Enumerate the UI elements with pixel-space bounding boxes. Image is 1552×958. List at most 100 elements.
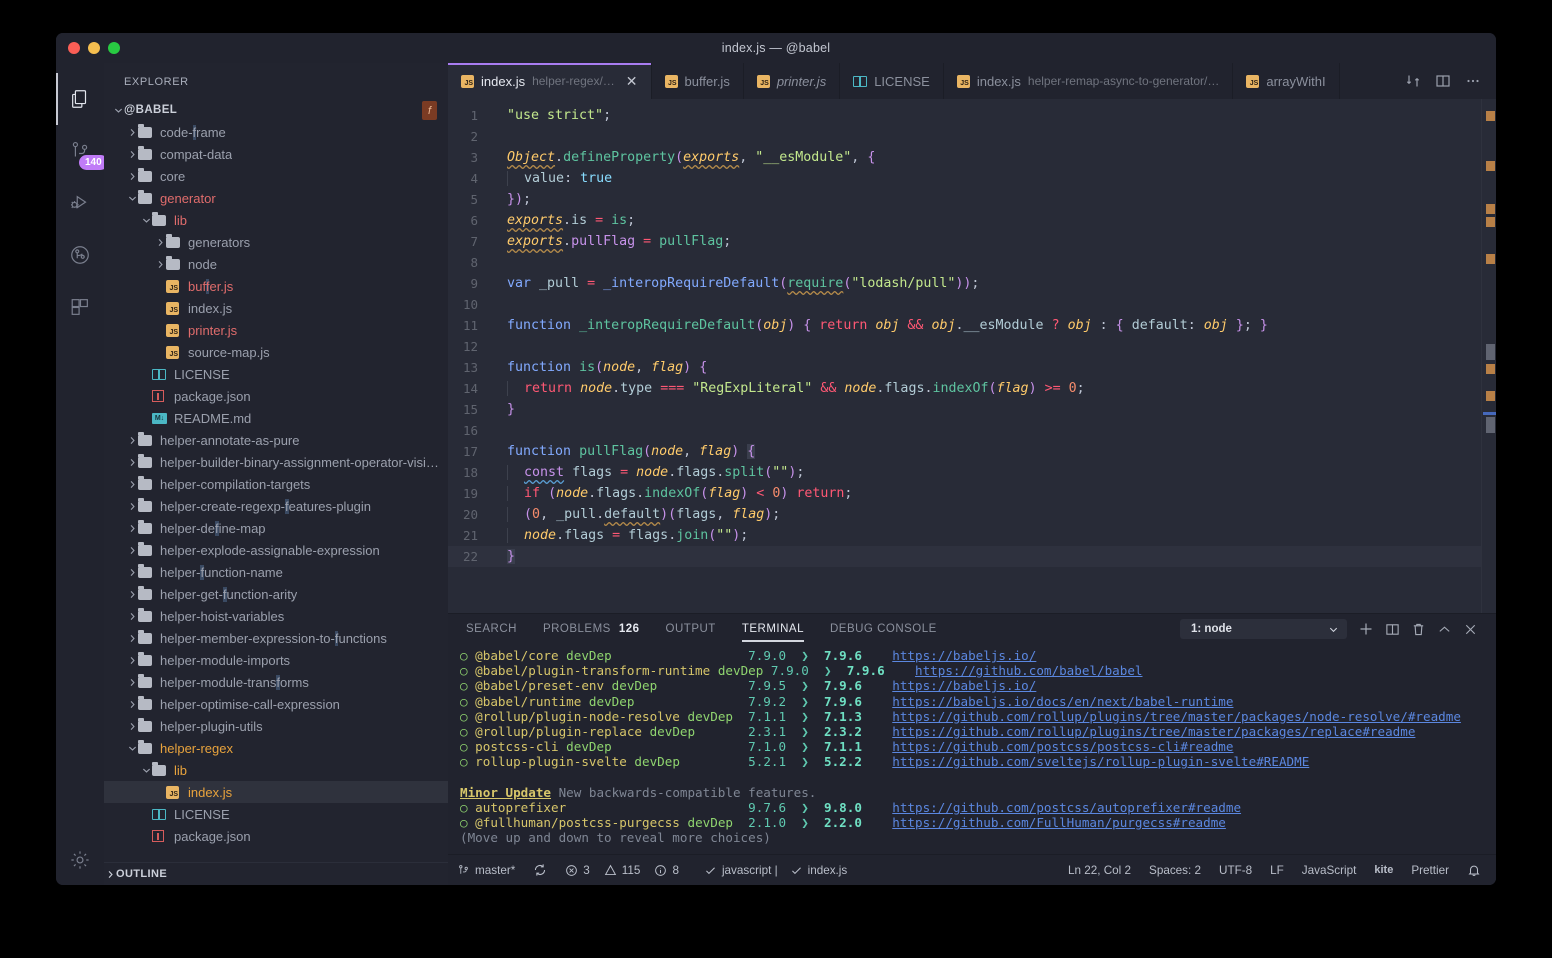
status-branch[interactable]: master* bbox=[448, 855, 524, 885]
tree-item-source-map-js[interactable]: JS source-map.js bbox=[104, 341, 448, 363]
maximize-panel-icon[interactable] bbox=[1437, 622, 1452, 637]
tree-item-helper-builder-binary-assignment-operator-visi-[interactable]: helper-builder-binary-assignment-operato… bbox=[104, 451, 448, 473]
tree-item-helper-compilation-targets[interactable]: helper-compilation-targets bbox=[104, 473, 448, 495]
code-line[interactable]: 14 return node.type === "RegExpLiteral" … bbox=[448, 378, 1496, 399]
code-line[interactable]: 9 var _pull = _interopRequireDefault(requ… bbox=[448, 273, 1496, 294]
activity-item-explorer[interactable] bbox=[56, 73, 104, 125]
split-editor-icon[interactable] bbox=[1435, 73, 1451, 89]
tab-4[interactable]: JS index.js helper-remap-async-to-generato… bbox=[944, 63, 1234, 99]
tree-item-lib[interactable]: lib bbox=[104, 209, 448, 231]
kill-terminal-icon[interactable] bbox=[1411, 622, 1426, 637]
code-line[interactable]: 13 function is(node, flag) { bbox=[448, 357, 1496, 378]
panel-tab-debug-console[interactable]: DEBUG CONSOLE bbox=[830, 617, 937, 642]
tree-item-index-js[interactable]: JS index.js bbox=[104, 297, 448, 319]
code-line[interactable]: 18 const flags = node.flags.split(""); bbox=[448, 462, 1496, 483]
tree-item-index-js[interactable]: JS index.js bbox=[104, 781, 448, 803]
tree-item-helper-explode-assignable-expression[interactable]: helper-explode-assignable-expression bbox=[104, 539, 448, 561]
tree-item-helper-create-regexp-features-plugin[interactable]: helper-create-regexp-features-plugin bbox=[104, 495, 448, 517]
status-eslint-javascript[interactable]: javascript | index.js bbox=[688, 855, 856, 885]
tree-item-license[interactable]: LICENSE bbox=[104, 803, 448, 825]
package-url[interactable]: https://babeljs.io/docs/en/next/babel-ru… bbox=[892, 694, 1233, 709]
tree-item-helper-module-imports[interactable]: helper-module-imports bbox=[104, 649, 448, 671]
tree-item-generator[interactable]: generator bbox=[104, 187, 448, 209]
status-problems[interactable]: 3 115 8 bbox=[556, 855, 688, 885]
tree-item-helper-annotate-as-pure[interactable]: helper-annotate-as-pure bbox=[104, 429, 448, 451]
package-url[interactable]: https://babeljs.io/ bbox=[892, 648, 1036, 663]
tree-item-helper-member-expression-to-functions[interactable]: helper-member-expression-to-functions bbox=[104, 627, 448, 649]
package-url[interactable]: https://babeljs.io/ bbox=[892, 678, 1036, 693]
tab-3[interactable]: LICENSE bbox=[840, 63, 944, 99]
tab-1[interactable]: JS buffer.js bbox=[652, 63, 744, 99]
package-url[interactable]: https://github.com/postcss/postcss-cli#r… bbox=[892, 739, 1233, 754]
tree-item-node[interactable]: node bbox=[104, 253, 448, 275]
new-terminal-icon[interactable] bbox=[1358, 621, 1374, 637]
more-actions-icon[interactable] bbox=[1465, 73, 1481, 89]
split-terminal-icon[interactable] bbox=[1385, 622, 1400, 637]
code-line[interactable]: 19 if (node.flags.indexOf(flag) < 0) ret… bbox=[448, 483, 1496, 504]
code-line[interactable]: 21 node.flags = flags.join(""); bbox=[448, 525, 1496, 546]
overview-ruler[interactable] bbox=[1481, 99, 1496, 613]
activity-item-run-debug[interactable] bbox=[56, 177, 104, 229]
tree-item-helper-function-name[interactable]: helper-function-name bbox=[104, 561, 448, 583]
package-url[interactable]: https://github.com/sveltejs/rollup-plugi… bbox=[892, 754, 1309, 769]
code-line[interactable]: 22} bbox=[448, 546, 1496, 567]
tree-item-code-frame[interactable]: code-frame bbox=[104, 121, 448, 143]
terminal-row[interactable]: ○ @fullhuman/postcss-purgecss devDep 2.1… bbox=[460, 815, 1496, 830]
status-notifications[interactable] bbox=[1458, 855, 1490, 885]
tree-root[interactable]: @BABEL f bbox=[104, 99, 448, 121]
panel-tab-search[interactable]: SEARCH bbox=[466, 617, 517, 642]
code-line[interactable]: 1 "use strict"; bbox=[448, 105, 1496, 126]
code-line[interactable]: 2 bbox=[448, 126, 1496, 147]
code-line[interactable]: 17 function pullFlag(node, flag) { bbox=[448, 441, 1496, 462]
code-line[interactable]: 5}); bbox=[448, 189, 1496, 210]
terminal-row[interactable]: ○ postcss-cli devDep 7.1.0 ❯ 7.1.1 https… bbox=[460, 739, 1496, 754]
terminal-row[interactable]: ○ @babel/preset-env devDep 7.9.5 ❯ 7.9.6… bbox=[460, 678, 1496, 693]
activity-item-extensions[interactable] bbox=[56, 281, 104, 333]
tab-bar[interactable]: JS index.js helper-regex/… ✕ JS buffer.js JS pr… bbox=[448, 63, 1496, 99]
tree-item-core[interactable]: core bbox=[104, 165, 448, 187]
tree-item-helper-get-function-arity[interactable]: helper-get-function-arity bbox=[104, 583, 448, 605]
activity-item-source-control[interactable]: 140 bbox=[56, 125, 108, 177]
status-prettier[interactable]: Prettier bbox=[1402, 855, 1458, 885]
status-sync[interactable] bbox=[524, 855, 556, 885]
file-tree[interactable]: @BABEL f code-frame compat-data core generato… bbox=[104, 99, 448, 847]
terminal-row[interactable]: ○ @babel/core devDep 7.9.0 ❯ 7.9.6 https… bbox=[460, 648, 1496, 663]
code-line[interactable]: 4 value: true bbox=[448, 168, 1496, 189]
code-line[interactable]: 15} bbox=[448, 399, 1496, 420]
tree-item-helper-optimise-call-expression[interactable]: helper-optimise-call-expression bbox=[104, 693, 448, 715]
status-language-mode[interactable]: JavaScript bbox=[1293, 855, 1366, 885]
tree-item-helper-hoist-variables[interactable]: helper-hoist-variables bbox=[104, 605, 448, 627]
tree-item-buffer-js[interactable]: JS buffer.js bbox=[104, 275, 448, 297]
package-url[interactable]: https://github.com/FullHuman/purgecss#re… bbox=[892, 815, 1226, 830]
code-line[interactable]: 6 exports.is = is; bbox=[448, 210, 1496, 231]
status-kite[interactable]: kite bbox=[1365, 855, 1402, 885]
package-url[interactable]: https://github.com/rollup/plugins/tree/m… bbox=[892, 709, 1461, 724]
tree-item-generators[interactable]: generators bbox=[104, 231, 448, 253]
tab-0[interactable]: JS index.js helper-regex/… ✕ bbox=[448, 63, 652, 99]
tree-item-package-json[interactable]: package.json bbox=[104, 825, 448, 847]
activity-item-manage[interactable] bbox=[56, 849, 104, 871]
outline-section[interactable]: OUTLINE bbox=[104, 862, 448, 885]
tab-5[interactable]: JS arrayWithI bbox=[1233, 63, 1340, 99]
terminal-row[interactable]: ○ @rollup/plugin-node-resolve devDep 7.1… bbox=[460, 709, 1496, 724]
activity-item-git-graph[interactable] bbox=[56, 229, 104, 281]
code-line[interactable]: 3 Object.defineProperty(exports, "__esMod… bbox=[448, 147, 1496, 168]
tree-item-license[interactable]: LICENSE bbox=[104, 363, 448, 385]
code-line[interactable]: 12 bbox=[448, 336, 1496, 357]
split-sync-icon[interactable] bbox=[1405, 73, 1421, 89]
code-line[interactable]: 7 exports.pullFlag = pullFlag; bbox=[448, 231, 1496, 252]
status-eol[interactable]: LF bbox=[1261, 855, 1293, 885]
terminal-row[interactable]: ○ @rollup/plugin-replace devDep 2.3.1 ❯ … bbox=[460, 724, 1496, 739]
tree-item-package-json[interactable]: package.json bbox=[104, 385, 448, 407]
tree-item-printer-js[interactable]: JS printer.js bbox=[104, 319, 448, 341]
code-line[interactable]: 8 bbox=[448, 252, 1496, 273]
code-editor[interactable]: 1 "use strict"; 2 3 Object.defineProperty(ex… bbox=[448, 99, 1496, 613]
code-line[interactable]: 16 bbox=[448, 420, 1496, 441]
tree-item-lib[interactable]: lib bbox=[104, 759, 448, 781]
status-encoding[interactable]: UTF-8 bbox=[1210, 855, 1261, 885]
code-line[interactable]: 20 (0, _pull.default)(flags, flag); bbox=[448, 504, 1496, 525]
tab-close-icon[interactable]: ✕ bbox=[626, 74, 638, 88]
code-line[interactable]: 10 bbox=[448, 294, 1496, 315]
tree-item-helper-regex[interactable]: helper-regex bbox=[104, 737, 448, 759]
terminal-row[interactable]: ○ @babel/runtime devDep 7.9.2 ❯ 7.9.6 ht… bbox=[460, 694, 1496, 709]
